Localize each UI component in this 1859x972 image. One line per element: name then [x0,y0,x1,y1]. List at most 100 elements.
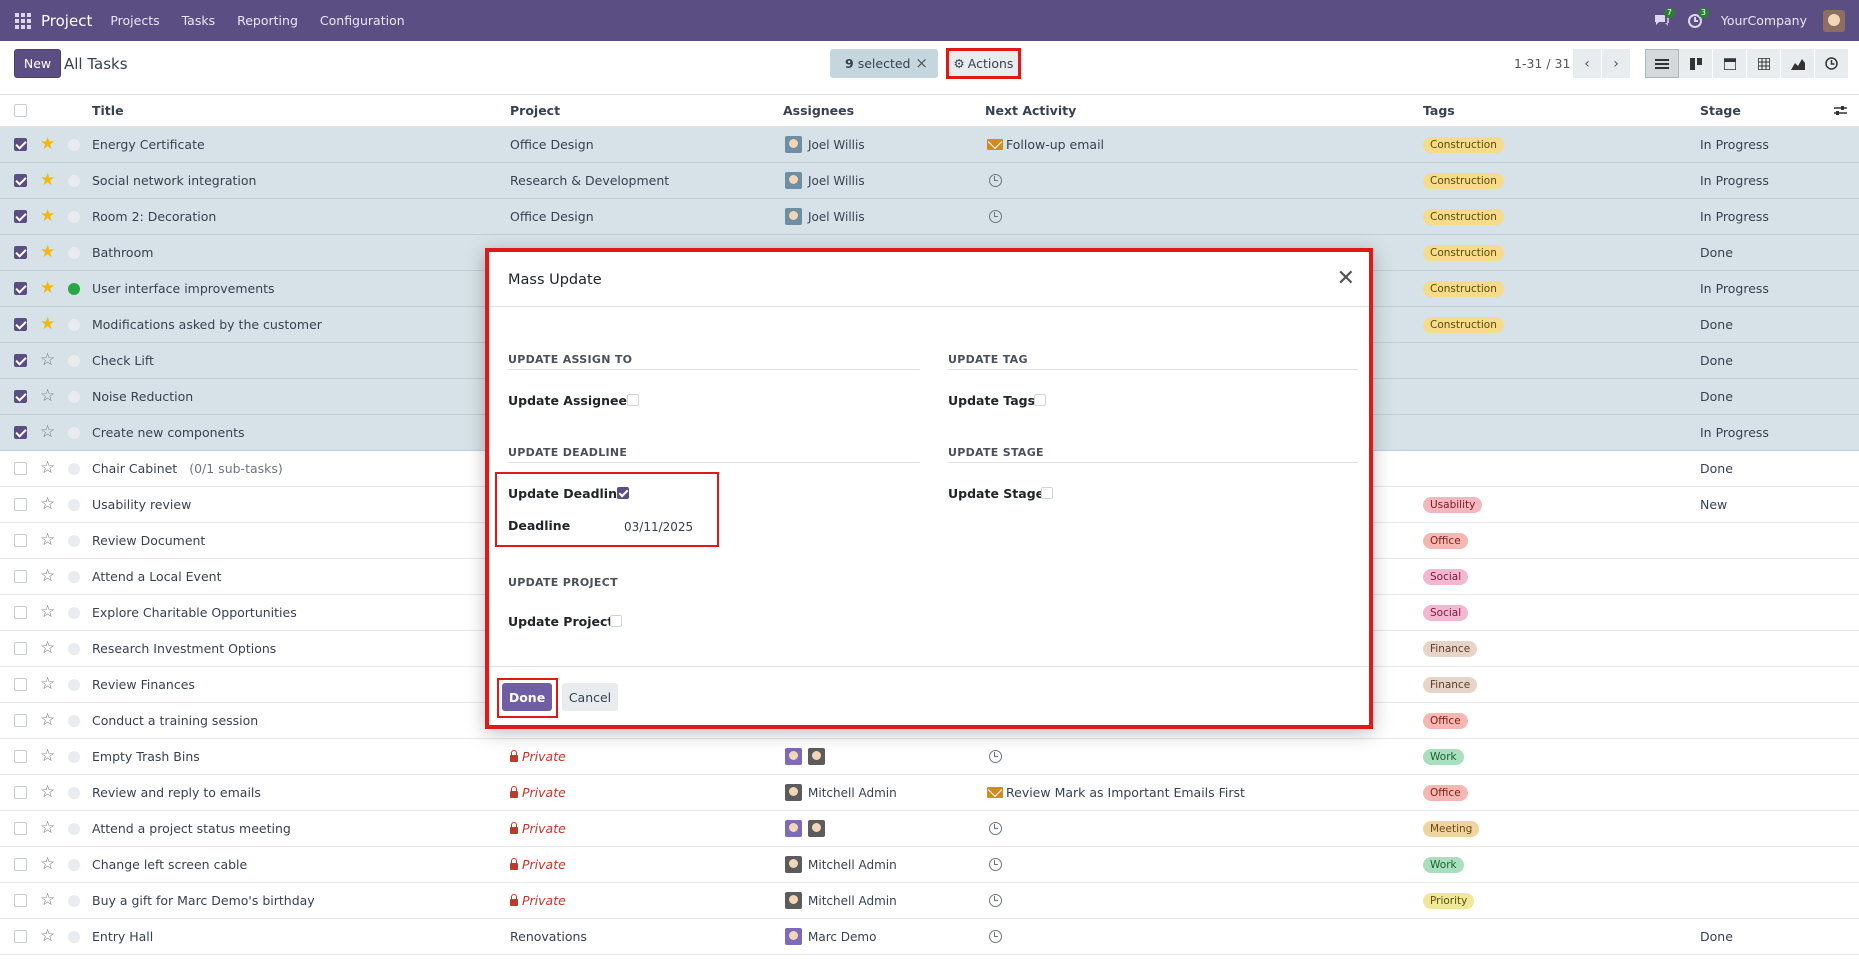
assignee[interactable]: Joel Willis [785,136,865,153]
priority-star-icon[interactable]: ☆ [40,676,55,693]
user-avatar[interactable] [1823,9,1845,32]
actions-button[interactable]: ⚙ Actions [946,48,1021,79]
row-checkbox[interactable] [14,498,27,511]
update-project-checkbox[interactable] [610,615,622,627]
cancel-button[interactable]: Cancel [562,683,618,711]
assignee[interactable]: Mitchell Admin [785,784,897,801]
activities-clock-icon[interactable]: 3 [1687,7,1709,29]
column-stage[interactable]: Stage [1700,95,1741,126]
activity-view-icon[interactable] [1815,49,1849,78]
row-checkbox[interactable] [14,678,27,691]
next-activity[interactable]: Review Mark as Important Emails First [987,785,1245,800]
column-title[interactable]: Title [92,95,124,126]
activity-clock-icon[interactable] [989,858,1002,871]
update-stage-checkbox[interactable] [1041,487,1053,499]
priority-star-icon[interactable]: ☆ [40,352,55,369]
pager-next-icon[interactable]: › [1602,49,1630,78]
priority-star-icon[interactable]: ☆ [40,460,55,477]
priority-star-icon[interactable]: ☆ [40,892,55,909]
row-checkbox[interactable] [14,210,27,223]
table-row[interactable]: ★ Room 2: Decoration Office Design Joel Wil… [0,199,1859,235]
table-row[interactable]: ☆ Buy a gift for Marc Demo's birthday Priv… [0,883,1859,919]
row-checkbox[interactable] [14,930,27,943]
row-checkbox[interactable] [14,462,27,475]
update-tags-checkbox[interactable] [1034,394,1046,406]
priority-star-icon[interactable]: ☆ [40,532,55,549]
kanban-view-icon[interactable] [1679,49,1713,78]
menu-tasks[interactable]: Tasks [182,13,216,28]
optional-columns-icon[interactable] [1834,95,1847,126]
row-checkbox[interactable] [14,174,27,187]
kanban-state-dot[interactable] [68,138,80,151]
priority-star-icon[interactable]: ★ [40,136,55,153]
table-row[interactable]: ☆ Empty Trash Bins Private Work [0,739,1859,775]
kanban-state-dot[interactable] [68,570,80,583]
row-checkbox[interactable] [14,534,27,547]
column-tags[interactable]: Tags [1423,95,1455,126]
menu-configuration[interactable]: Configuration [320,13,405,28]
select-all-checkbox[interactable] [14,104,27,117]
kanban-state-dot[interactable] [68,858,80,871]
kanban-state-dot[interactable] [68,930,80,943]
assignee[interactable]: Joel Willis [785,208,865,225]
messages-icon[interactable]: 7 [1653,7,1675,29]
assignee-avatars[interactable] [785,748,825,765]
assignee[interactable]: Mitchell Admin [785,892,897,909]
update-assignees-checkbox[interactable] [627,394,639,406]
kanban-state-dot[interactable] [68,318,80,331]
activity-clock-icon[interactable] [989,174,1002,187]
priority-star-icon[interactable]: ☆ [40,424,55,441]
pager-previous-icon[interactable]: ‹ [1573,49,1601,78]
column-project[interactable]: Project [510,95,560,126]
assignee[interactable]: Marc Demo [785,928,876,945]
assignee-avatars[interactable] [785,820,825,837]
kanban-state-dot[interactable] [68,354,80,367]
priority-star-icon[interactable]: ☆ [40,496,55,513]
kanban-state-dot[interactable] [68,822,80,835]
table-row[interactable]: ★ Social network integration Research & De… [0,163,1859,199]
pager-value[interactable]: 1-31 / 31 [1514,56,1570,71]
activity-clock-icon[interactable] [989,750,1002,763]
menu-projects[interactable]: Projects [110,13,159,28]
priority-star-icon[interactable]: ★ [40,172,55,189]
kanban-state-dot[interactable] [68,606,80,619]
table-row[interactable]: ★ Energy Certificate Office Design Joel Wil… [0,127,1859,163]
kanban-state-dot[interactable] [68,498,80,511]
priority-star-icon[interactable]: ★ [40,280,55,297]
row-checkbox[interactable] [14,642,27,655]
priority-star-icon[interactable]: ☆ [40,856,55,873]
activity-clock-icon[interactable] [989,894,1002,907]
kanban-state-dot[interactable] [68,750,80,763]
row-checkbox[interactable] [14,714,27,727]
row-checkbox[interactable] [14,894,27,907]
row-checkbox[interactable] [14,354,27,367]
kanban-state-dot[interactable] [68,282,80,295]
priority-star-icon[interactable]: ★ [40,208,55,225]
new-button[interactable]: New [14,49,61,78]
priority-star-icon[interactable]: ☆ [40,712,55,729]
row-checkbox[interactable] [14,138,27,151]
calendar-view-icon[interactable] [1713,49,1747,78]
list-view-icon[interactable] [1645,49,1679,78]
menu-reporting[interactable]: Reporting [237,13,298,28]
kanban-state-dot[interactable] [68,642,80,655]
kanban-state-dot[interactable] [68,714,80,727]
done-button[interactable]: Done [502,683,552,711]
table-row[interactable]: ☆ Change left screen cable Private Mitchell… [0,847,1859,883]
column-assignees[interactable]: Assignees [783,95,854,126]
row-checkbox[interactable] [14,246,27,259]
kanban-state-dot[interactable] [68,390,80,403]
next-activity[interactable]: Follow-up email [987,137,1104,152]
kanban-state-dot[interactable] [68,678,80,691]
deadline-date-input[interactable]: 03/11/2025 [624,520,693,534]
priority-star-icon[interactable]: ★ [40,244,55,261]
priority-star-icon[interactable]: ☆ [40,820,55,837]
row-checkbox[interactable] [14,750,27,763]
kanban-state-dot[interactable] [68,786,80,799]
row-checkbox[interactable] [14,822,27,835]
column-next-activity[interactable]: Next Activity [985,95,1076,126]
unselect-close-icon[interactable]: × [915,54,928,72]
assignee[interactable]: Mitchell Admin [785,856,897,873]
kanban-state-dot[interactable] [68,210,80,223]
graph-view-icon[interactable] [1781,49,1815,78]
